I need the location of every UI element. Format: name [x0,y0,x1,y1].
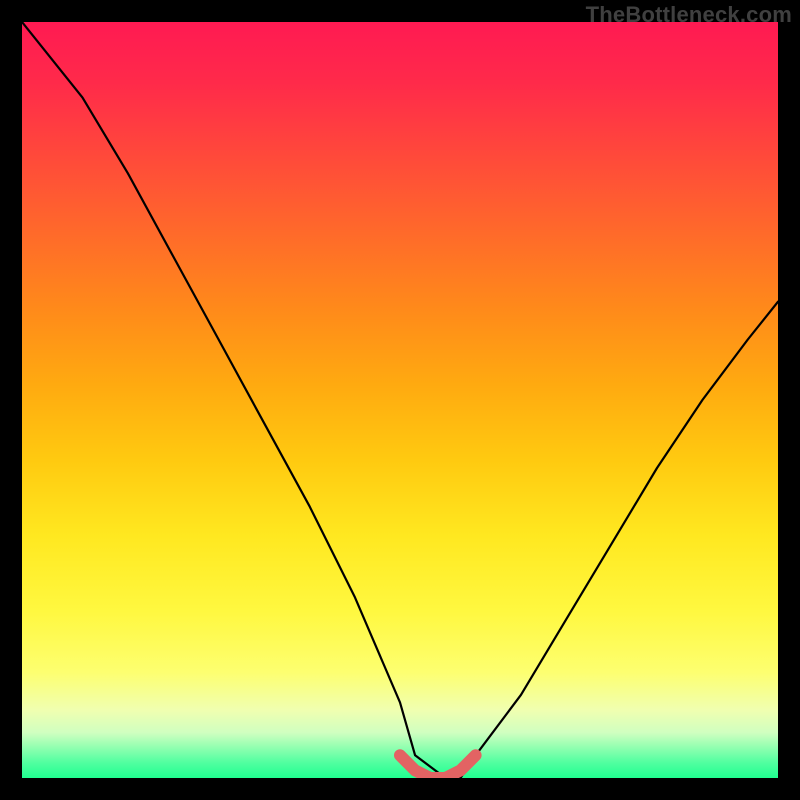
chart-frame: TheBottleneck.com [0,0,800,800]
bottleneck-curve [22,22,778,778]
plot-area [22,22,778,778]
watermark-text: TheBottleneck.com [586,2,792,28]
chart-svg [22,22,778,778]
optimal-range-marker [400,755,476,778]
